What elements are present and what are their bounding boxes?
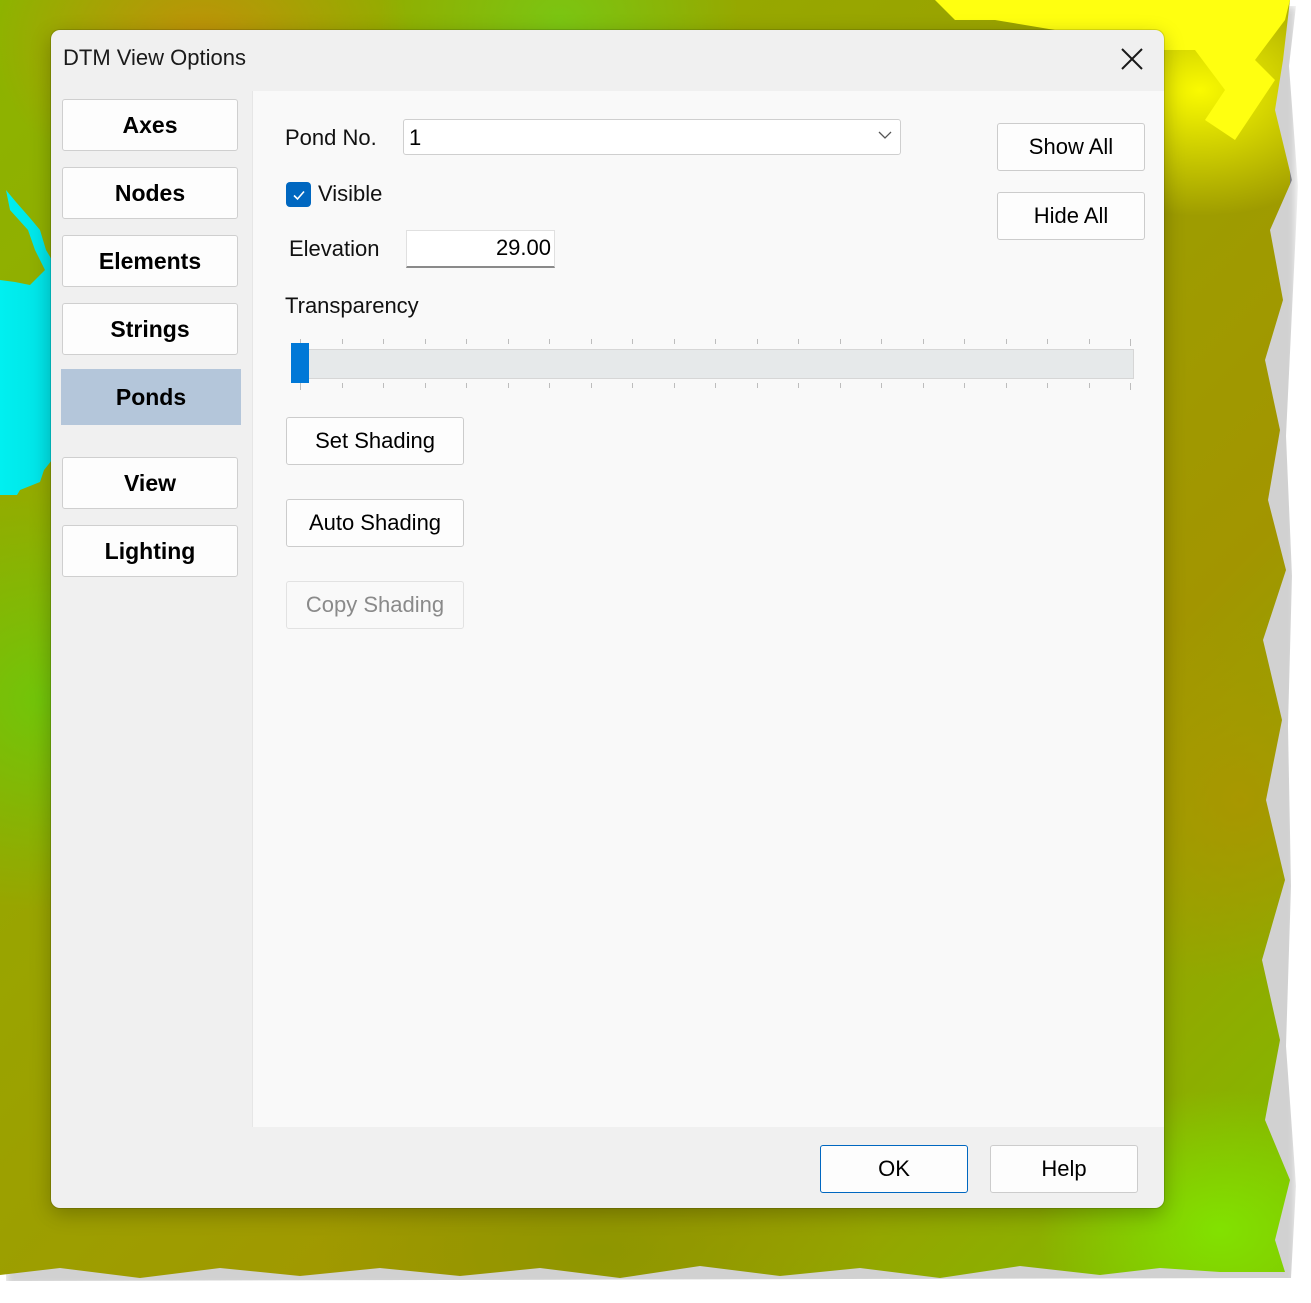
transparency-slider-thumb[interactable] [291, 343, 309, 383]
slider-tick [1047, 339, 1048, 344]
slider-tick [922, 339, 924, 344]
visible-label: Visible [318, 181, 383, 206]
slider-tick [922, 383, 924, 388]
slider-tick [383, 383, 384, 388]
slider-tick [466, 339, 467, 344]
slider-tick [673, 383, 675, 388]
close-icon [1121, 48, 1143, 70]
slider-tick [1047, 383, 1048, 388]
slider-tick [881, 339, 882, 344]
slider-tick [839, 383, 841, 388]
elevation-input[interactable]: 29.00 [406, 230, 555, 268]
slider-tick [383, 339, 384, 344]
slider-tick [715, 339, 716, 344]
ok-button[interactable]: OK [820, 1145, 968, 1193]
checkmark-icon [292, 190, 305, 200]
slider-tick [466, 383, 467, 388]
sidebar-item-lighting[interactable]: Lighting [62, 525, 238, 577]
slider-tick [1005, 339, 1007, 344]
show-all-button[interactable]: Show All [997, 123, 1145, 171]
pond-no-label: Pond No. [285, 125, 377, 150]
slider-tick [964, 339, 965, 344]
slider-tick [881, 383, 882, 388]
slider-tick [1130, 339, 1131, 346]
pond-no-dropdown[interactable]: 1 [403, 119, 901, 155]
slider-tick [756, 383, 758, 388]
slider-tick [839, 339, 841, 344]
transparency-label: Transparency [285, 293, 419, 318]
slider-tick [632, 383, 633, 388]
slider-tick [549, 383, 550, 388]
ponds-panel: Pond No. 1 Visible Elevation 29.00 Trans… [252, 91, 1164, 1127]
dtm-view-options-dialog: DTM View Options Axes Nodes Elements Str… [51, 30, 1164, 1208]
slider-tick [590, 339, 592, 344]
slider-tick [1088, 383, 1090, 388]
pond-no-value: 1 [409, 125, 422, 150]
visible-checkbox[interactable] [286, 182, 311, 207]
dialog-title: DTM View Options [63, 45, 246, 70]
slider-tick [424, 339, 426, 344]
sidebar-item-ponds[interactable]: Ponds [61, 369, 241, 425]
help-button[interactable]: Help [990, 1145, 1138, 1193]
slider-tick [1005, 383, 1007, 388]
transparency-ticks-bottom [300, 383, 1131, 390]
sidebar-item-nodes[interactable]: Nodes [62, 167, 238, 219]
elevation-label: Elevation [289, 236, 380, 261]
slider-tick [590, 383, 592, 388]
slider-tick [341, 339, 343, 344]
transparency-slider[interactable] [291, 343, 1134, 383]
transparency-ticks-top [300, 339, 1131, 346]
chevron-down-icon [878, 131, 892, 139]
auto-shading-button[interactable]: Auto Shading [286, 499, 464, 547]
close-button[interactable] [1110, 40, 1154, 78]
slider-tick [424, 383, 426, 388]
slider-tick [1088, 339, 1090, 344]
slider-tick [507, 383, 509, 388]
hide-all-button[interactable]: Hide All [997, 192, 1145, 240]
sidebar-item-elements[interactable]: Elements [62, 235, 238, 287]
slider-tick [798, 383, 799, 388]
slider-tick [632, 339, 633, 344]
slider-tick [341, 383, 343, 388]
slider-tick [1130, 383, 1131, 390]
slider-tick [715, 383, 716, 388]
copy-shading-button[interactable]: Copy Shading [286, 581, 464, 629]
sidebar-item-axes[interactable]: Axes [62, 99, 238, 151]
set-shading-button[interactable]: Set Shading [286, 417, 464, 465]
sidebar-item-view[interactable]: View [62, 457, 238, 509]
sidebar-item-strings[interactable]: Strings [62, 303, 238, 355]
slider-tick [756, 339, 758, 344]
slider-tick [798, 339, 799, 344]
slider-tick [507, 339, 509, 344]
slider-tick [964, 383, 965, 388]
slider-tick [300, 383, 301, 390]
slider-tick [549, 339, 550, 344]
slider-tick [673, 339, 675, 344]
